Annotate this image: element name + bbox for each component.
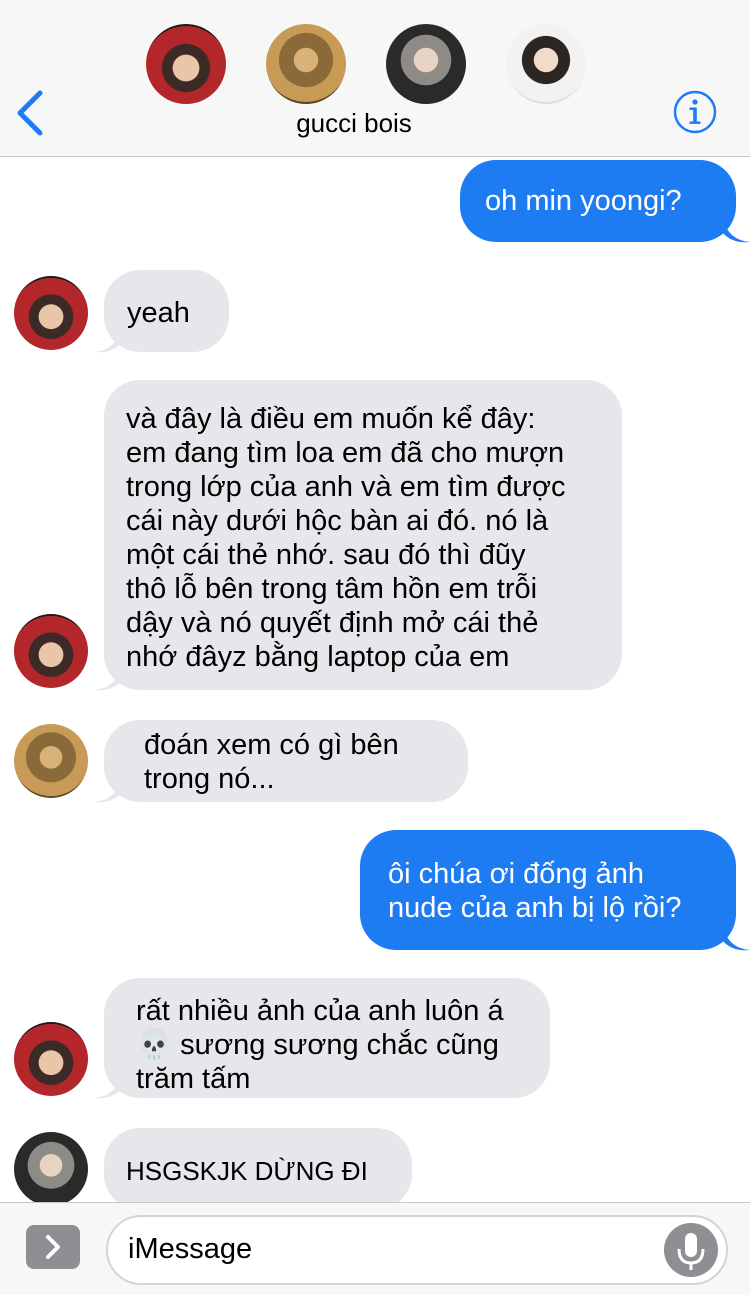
apps-button[interactable] <box>26 1225 80 1269</box>
message-input-placeholder: iMessage <box>128 1233 253 1265</box>
conversation-header: gucci bois <box>0 0 750 157</box>
bubble-tail <box>722 922 750 951</box>
member-avatar-3[interactable] <box>386 24 466 104</box>
chevron-right-icon <box>46 1235 60 1259</box>
incoming-message[interactable]: yeah <box>104 270 229 352</box>
sender-avatar[interactable] <box>14 614 88 688</box>
member-avatar-4[interactable] <box>506 24 586 104</box>
sender-avatar[interactable] <box>14 1022 88 1096</box>
group-name[interactable]: gucci bois <box>0 108 708 139</box>
outgoing-message[interactable]: oh min yoongi? <box>460 160 736 242</box>
outgoing-message[interactable]: ôi chúa ơi đống ảnh nude của anh bị lộ r… <box>360 830 736 950</box>
microphone-button[interactable] <box>664 1223 718 1277</box>
incoming-message[interactable]: đoán xem có gì bên trong nó... <box>104 720 468 802</box>
bubble-tail <box>94 662 122 691</box>
bubble-tail <box>94 1070 122 1099</box>
sender-avatar[interactable] <box>14 276 88 350</box>
incoming-message[interactable]: HSGSKJK DỪNG ĐI <box>104 1128 412 1210</box>
message-input-bar: iMessage <box>0 1202 750 1295</box>
member-avatar-2[interactable] <box>266 24 346 104</box>
member-avatar-1[interactable] <box>146 24 226 104</box>
sender-avatar[interactable] <box>14 1132 88 1206</box>
incoming-message[interactable]: và đây là điều em muốn kể đây: em đang t… <box>104 380 622 690</box>
bubble-tail <box>94 774 122 803</box>
info-icon[interactable] <box>673 90 717 134</box>
sender-avatar[interactable] <box>14 724 88 798</box>
message-input[interactable]: iMessage <box>106 1215 728 1285</box>
bubble-tail <box>722 214 750 243</box>
incoming-message[interactable]: rất nhiều ảnh của anh luôn á 💀 sương sươ… <box>104 978 550 1098</box>
bubble-tail <box>94 324 122 353</box>
microphone-icon <box>677 1233 705 1270</box>
